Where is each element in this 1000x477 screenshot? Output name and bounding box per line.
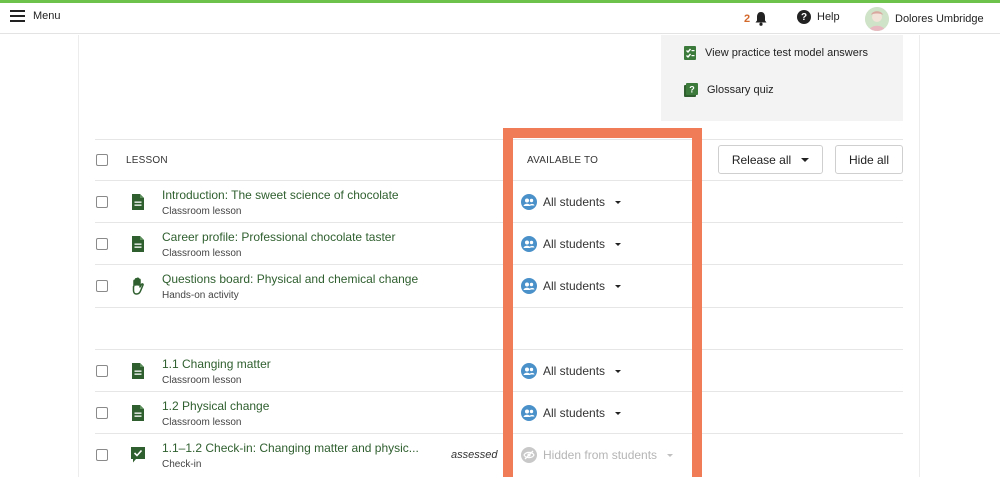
availability-dropdown[interactable]: All students (521, 405, 622, 421)
group-icon (521, 405, 537, 421)
availability-label: Hidden from students (543, 448, 658, 462)
row-divider (95, 433, 903, 434)
group-icon (521, 363, 537, 379)
hide-all-label: Hide all (848, 152, 890, 167)
menu-button[interactable]: Menu (10, 10, 61, 22)
assessed-tag: assessed (451, 449, 498, 461)
lesson-title-link[interactable]: 1.2 Physical change (162, 399, 269, 413)
row-divider (95, 391, 903, 392)
availability-dropdown[interactable]: All students (521, 194, 622, 210)
lesson-title-link[interactable]: 1.1–1.2 Check-in: Changing matter and ph… (162, 441, 419, 455)
chevron-down-icon (615, 242, 622, 246)
panel-item-label: Glossary quiz (707, 84, 774, 96)
eye-off-icon (521, 447, 537, 463)
help-button[interactable]: ? Help (797, 10, 840, 24)
availability-dropdown[interactable]: Hidden from students (521, 447, 674, 463)
resources-panel: View practice test model answers ? Gloss… (661, 35, 903, 121)
row-checkbox[interactable] (96, 196, 108, 208)
availability-label: All students (543, 364, 606, 378)
availability-label: All students (543, 237, 606, 251)
help-label: Help (817, 11, 840, 23)
release-all-label: Release all (731, 152, 792, 167)
chevron-down-icon (615, 411, 622, 415)
document-icon (132, 363, 144, 379)
checkin-icon (131, 447, 145, 463)
document-icon (132, 236, 144, 252)
chevron-down-icon (801, 157, 810, 162)
top-bar: Menu 2 ? Help Dolores Umbridge (0, 3, 1000, 34)
lesson-type: Check-in (162, 459, 202, 470)
availability-dropdown[interactable]: All students (521, 236, 622, 252)
quiz-icon: ? (684, 83, 698, 97)
row-checkbox[interactable] (96, 280, 108, 292)
chevron-down-icon (667, 453, 674, 457)
row-checkbox[interactable] (96, 365, 108, 377)
availability-dropdown[interactable]: All students (521, 278, 622, 294)
help-icon: ? (797, 10, 811, 24)
panel-item-label: View practice test model answers (705, 47, 869, 59)
lesson-title-link[interactable]: Introduction: The sweet science of choco… (162, 188, 399, 202)
user-menu[interactable]: Dolores Umbridge (865, 7, 984, 31)
availability-label: All students (543, 406, 606, 420)
avatar (865, 7, 889, 31)
hide-all-button[interactable]: Hide all (835, 145, 903, 174)
select-all-checkbox[interactable] (96, 154, 108, 166)
row-divider (95, 349, 903, 350)
panel-item-glossary-quiz[interactable]: ? Glossary quiz (683, 82, 774, 98)
document-icon (132, 405, 144, 421)
table-divider (95, 139, 903, 140)
availability-dropdown[interactable]: All students (521, 363, 622, 379)
document-icon (132, 194, 144, 210)
lesson-title-link[interactable]: Questions board: Physical and chemical c… (162, 272, 418, 286)
group-icon (521, 236, 537, 252)
availability-label: All students (543, 279, 606, 293)
lesson-type: Classroom lesson (162, 206, 242, 217)
column-header-available: AVAILABLE TO (527, 155, 599, 166)
svg-text:?: ? (689, 85, 695, 95)
column-header-lesson: LESSON (126, 155, 168, 166)
notification-count: 2 (744, 12, 751, 25)
chevron-down-icon (615, 369, 622, 373)
row-checkbox[interactable] (96, 238, 108, 250)
row-divider (95, 264, 903, 265)
bell-icon (755, 12, 767, 26)
hamburger-icon (10, 10, 25, 22)
row-divider (95, 222, 903, 223)
release-all-button[interactable]: Release all (718, 145, 823, 174)
group-icon (521, 278, 537, 294)
panel-item-model-answers[interactable]: View practice test model answers (683, 45, 868, 61)
chevron-down-icon (615, 200, 622, 204)
user-name: Dolores Umbridge (895, 13, 984, 25)
lesson-type: Classroom lesson (162, 417, 242, 428)
row-checkbox[interactable] (96, 407, 108, 419)
lesson-type: Classroom lesson (162, 375, 242, 386)
hand-icon (132, 277, 144, 295)
lesson-title-link[interactable]: 1.1 Changing matter (162, 357, 271, 371)
row-checkbox[interactable] (96, 449, 108, 461)
row-divider (95, 180, 903, 181)
availability-label: All students (543, 195, 606, 209)
group-icon (521, 194, 537, 210)
row-divider (95, 307, 903, 308)
lesson-type: Classroom lesson (162, 248, 242, 259)
lesson-title-link[interactable]: Career profile: Professional chocolate t… (162, 230, 395, 244)
answers-icon (684, 46, 696, 60)
notifications-button[interactable]: 2 (744, 11, 768, 26)
lesson-type: Hands-on activity (162, 290, 239, 301)
chevron-down-icon (615, 284, 622, 288)
menu-label: Menu (33, 10, 61, 22)
